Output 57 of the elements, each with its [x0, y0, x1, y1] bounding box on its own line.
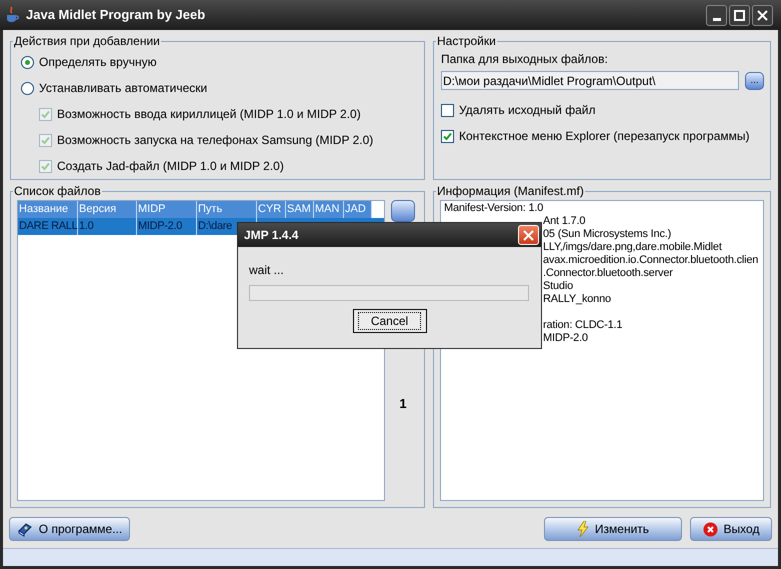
radio-button[interactable] [21, 56, 34, 68]
about-button[interactable]: О программе... [9, 517, 130, 541]
manifest-line: Manifest-Version: 1.0 [444, 202, 544, 215]
manifest-line: .Connector.bluetooth.server [543, 267, 673, 280]
column-header[interactable]: CYR [257, 201, 286, 218]
exit-button[interactable]: Выход [690, 517, 772, 541]
book-icon [16, 521, 33, 537]
side-button[interactable] [391, 200, 415, 222]
manifest-line: RALLY_konno [543, 293, 611, 306]
browse-button[interactable]: ... [745, 72, 764, 90]
table-cell: 1.0 [78, 218, 137, 235]
checkbox-label: Возможность ввода кириллицей (MIDP 1.0 и MIDP 2.0) [57, 106, 361, 123]
manifest-line: LLY,/imgs/dare.png,dare.mobile.Midlet [543, 241, 722, 254]
manifest-line: MIDP-2.0 [543, 332, 588, 345]
dialog-message: wait ... [249, 262, 285, 279]
change-button[interactable]: Изменить [544, 517, 682, 541]
manifest-line: avax.microedition.io.Connector.bluetooth.clien [543, 254, 758, 267]
column-header[interactable]: SAM [286, 201, 314, 218]
close-icon [757, 10, 768, 20]
maximize-button[interactable] [729, 4, 750, 26]
minimize-button[interactable] [706, 4, 727, 26]
minimize-icon [712, 18, 720, 20]
close-button[interactable] [752, 4, 773, 26]
folder-field[interactable]: D:\мои раздачи\Midlet Program\Output\ [441, 71, 739, 90]
manifest-line: Studio [543, 280, 573, 293]
coffee-cup-icon [4, 6, 20, 24]
checkbox-label: Удалять исходный файл [459, 102, 596, 119]
group-title: Список файлов [13, 183, 102, 200]
maximize-icon [734, 10, 745, 20]
checkbox-label: Возможность запуска на телефонах Samsung (MIDP 2.0) [57, 132, 374, 149]
column-header[interactable]: Путь [197, 201, 257, 218]
group-title: Настройки [436, 33, 497, 50]
checkbox[interactable] [441, 104, 454, 116]
manifest-line: ration: CLDC-1.1 [543, 319, 622, 332]
window-title: Java Midlet Program by Jeeb [26, 6, 206, 24]
column-header[interactable]: Версия [78, 201, 137, 218]
file-count: 1 [399, 395, 407, 413]
column-header[interactable]: Название [18, 201, 78, 218]
cancel-button[interactable]: Cancel [352, 309, 426, 333]
manifest-line: 05 (Sun Microsystems Inc.) [543, 228, 672, 241]
column-header[interactable]: JAD [344, 201, 372, 218]
radio-label: Устанавливать автоматически [39, 80, 208, 97]
lightning-icon [576, 521, 589, 537]
checkbox-label: Создать Jad-файл (MIDP 1.0 и MIDP 2.0) [57, 158, 284, 175]
checkbox-label: Контекстное меню Explorer (перезапуск программы) [459, 128, 750, 145]
column-header[interactable]: MIDP [137, 201, 197, 218]
checkbox[interactable] [441, 130, 454, 142]
table-cell: MIDP-2.0 [137, 218, 197, 235]
close-icon [702, 522, 718, 536]
group-title: Информация (Manifest.mf) [436, 183, 585, 200]
radio-label: Определять вручную [39, 54, 157, 71]
column-header[interactable]: MAN [314, 201, 344, 218]
close-icon [523, 230, 534, 240]
folder-label: Папка для выходных файлов: [441, 51, 609, 68]
group-title: Действия при добавлении [13, 33, 161, 50]
manifest-line: Ant 1.7.0 [543, 215, 586, 228]
radio-button[interactable] [21, 82, 34, 94]
